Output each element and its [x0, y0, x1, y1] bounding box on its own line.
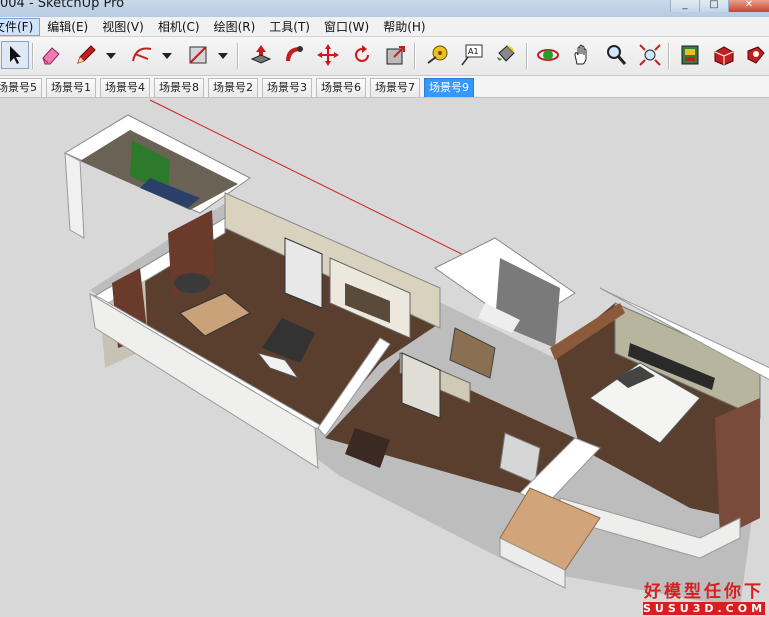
orbit-icon	[537, 49, 559, 61]
zoom-extents-tool-button[interactable]	[636, 41, 664, 69]
push-pull-tool-button[interactable]	[247, 41, 275, 69]
text-tool-button[interactable]: A1	[458, 41, 486, 69]
menu-help[interactable]: 帮助(H)	[376, 18, 432, 36]
menu-file[interactable]: 文件(F)	[0, 17, 41, 36]
scene-tab-3[interactable]: 场景号3	[262, 78, 312, 97]
menu-edit[interactable]: 编辑(E)	[40, 18, 95, 36]
scene-tab-1[interactable]: 场景号1	[46, 78, 96, 97]
svg-text:A1: A1	[468, 47, 479, 56]
rectangle-icon	[189, 46, 207, 64]
components-icon	[681, 45, 699, 65]
orbit-tool-button[interactable]	[534, 41, 562, 69]
maximize-button[interactable]: □	[699, 0, 728, 12]
scene-tab-4[interactable]: 场景号4	[100, 78, 150, 97]
scene-tab-2[interactable]: 场景号2	[208, 78, 258, 97]
watermark-main: 好模型任你下	[644, 582, 764, 602]
model-viewport[interactable]	[0, 98, 769, 617]
offset-tool-button[interactable]	[382, 41, 410, 69]
scene-tab-6[interactable]: 场景号6	[316, 78, 366, 97]
rotate-tool-button[interactable]	[348, 41, 376, 69]
watermark-sub: SUSU3D.COM	[643, 602, 767, 615]
scene-tab-5[interactable]: 场景号5	[0, 78, 42, 97]
menu-draw[interactable]: 绘图(R)	[207, 18, 263, 36]
main-toolbar: A1	[0, 37, 769, 76]
text-icon: A1	[461, 44, 483, 66]
select-tool-button[interactable]	[1, 41, 29, 69]
extension-tool-button[interactable]	[742, 41, 769, 69]
kitchen-wall-side	[64, 152, 85, 239]
close-button[interactable]: ✕	[728, 0, 769, 12]
3d-warehouse-tool-button[interactable]	[710, 41, 738, 69]
menu-view[interactable]: 视图(V)	[95, 18, 151, 36]
move-icon	[317, 44, 339, 66]
site-watermark: 好模型任你下 SUSU3D.COM	[643, 583, 765, 615]
follow-me-tool-button[interactable]	[280, 41, 308, 69]
pan-icon	[574, 44, 587, 65]
push-pull-icon	[250, 45, 272, 64]
tape-measure-icon	[427, 45, 448, 64]
arc-icon	[132, 47, 152, 62]
zoom-tool-button[interactable]	[602, 41, 630, 69]
pencil-icon	[77, 45, 96, 64]
window-title: 004 - SketchUp Pro	[0, 0, 125, 11]
components-tool-button[interactable]	[676, 41, 704, 69]
menu-tools[interactable]: 工具(T)	[262, 18, 317, 36]
arc-tool-button[interactable]	[128, 41, 156, 69]
move-tool-button[interactable]	[314, 41, 342, 69]
rotate-icon	[355, 45, 369, 62]
tape-measure-tool-button[interactable]	[424, 41, 452, 69]
bedroom-curtain	[715, 398, 760, 538]
extension-icon	[747, 46, 765, 64]
title-bar: 004 - SketchUp Pro _ □ ✕	[0, 0, 769, 18]
select-icon	[10, 46, 21, 64]
scene-tab-9[interactable]: 场景号9	[424, 78, 474, 97]
paint-bucket-tool-button[interactable]	[492, 41, 520, 69]
scene-tab-7[interactable]: 场景号7	[370, 78, 420, 97]
eraser-tool-button[interactable]	[37, 41, 65, 69]
rectangle-tool-button[interactable]	[184, 41, 212, 69]
eraser-icon	[42, 47, 60, 65]
offset-icon	[386, 46, 405, 65]
window-controls: _ □ ✕	[670, 0, 769, 12]
zoom-icon	[607, 45, 627, 65]
pan-tool-button[interactable]	[568, 41, 596, 69]
scene-tabs: 场景号5 场景号1 场景号4 场景号8 场景号2 场景号3 场景号6 场景号7 …	[0, 76, 769, 98]
zoom-extents-icon	[639, 44, 661, 66]
minimize-button[interactable]: _	[670, 0, 699, 12]
menu-bar: 文件(F) 编辑(E) 视图(V) 相机(C) 绘图(R) 工具(T) 窗口(W…	[0, 17, 769, 37]
menu-window[interactable]: 窗口(W)	[317, 18, 376, 36]
scene-tab-8[interactable]: 场景号8	[154, 78, 204, 97]
pencil-tool-button[interactable]	[72, 41, 100, 69]
paint-bucket-icon	[497, 45, 515, 62]
follow-me-icon	[286, 46, 303, 61]
menu-camera[interactable]: 相机(C)	[151, 18, 207, 36]
dining-lamp	[174, 273, 210, 293]
model-drawing	[63, 99, 769, 608]
3d-warehouse-icon	[714, 46, 734, 66]
